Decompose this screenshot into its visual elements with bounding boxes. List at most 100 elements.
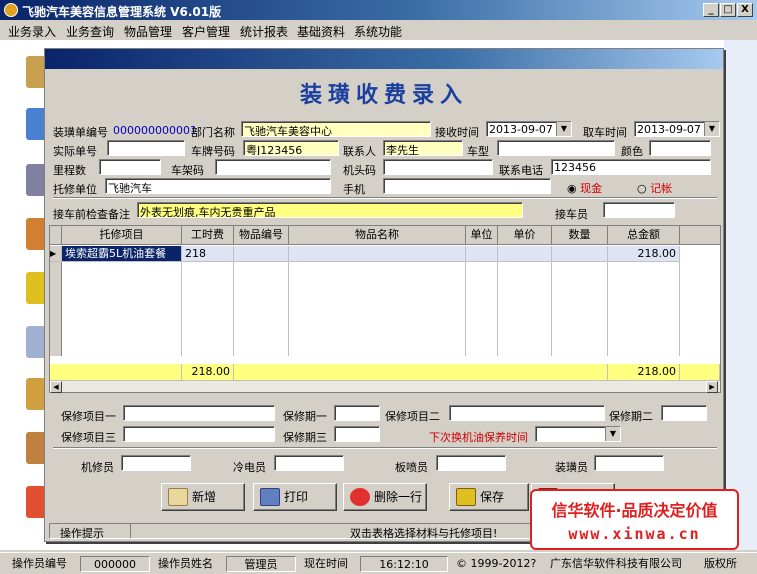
engine-field[interactable] [383, 159, 493, 175]
items-grid[interactable]: 托修项目 工时费 物品编号 物品名称 单位 单价 数量 总金额 ▶ 埃索超霸5L… [49, 225, 721, 393]
grid-header-labor[interactable]: 工时费 [182, 226, 234, 245]
lock-icon[interactable] [26, 272, 46, 304]
grid-header-unit[interactable]: 单位 [466, 226, 498, 245]
delete-row-button[interactable]: 删除一行 [343, 483, 427, 511]
exit-app-icon[interactable] [26, 486, 46, 518]
model-label: 车型 [467, 145, 489, 158]
menu-base-data[interactable]: 基础资料 [297, 23, 345, 40]
grid-cell-unit[interactable] [466, 246, 498, 262]
scroll-right-icon[interactable]: ▶ [706, 381, 718, 393]
pay-credit-radio[interactable]: ○ 记帐 [637, 180, 672, 196]
pay-credit-label: 记帐 [650, 182, 673, 195]
plate-field[interactable]: 粤J123456 [243, 140, 339, 156]
grid-cell-item[interactable]: 埃索超霸5L机油套餐 [62, 246, 182, 262]
save-button[interactable]: 保存 [449, 483, 529, 511]
oil-change-label: 下次换机油保养时间 [429, 431, 528, 444]
coin-icon[interactable] [26, 378, 46, 410]
check-label: 接车前检查备注 [53, 208, 130, 221]
phone-field[interactable]: 123456 [551, 159, 711, 175]
pick-time-picker[interactable]: 2013-09-07 [634, 121, 720, 137]
vin-field[interactable] [215, 159, 331, 175]
mileage-field[interactable] [99, 159, 161, 175]
plate-label: 车牌号码 [191, 145, 235, 158]
copyright: © 1999-2012? [456, 557, 537, 570]
receiver-label: 接车员 [555, 208, 588, 221]
horizontal-scrollbar[interactable]: ◀ ▶ [50, 380, 720, 393]
grid-cell-total[interactable]: 218.00 [608, 246, 680, 262]
warranty1-field[interactable] [123, 405, 275, 421]
row-header-column [50, 262, 62, 356]
vin-label: 车架码 [171, 164, 204, 177]
time-value: 16:12:10 [360, 556, 448, 572]
company-name: 广东信华软件科技有限公司 [550, 557, 682, 570]
mobile-field[interactable] [383, 178, 551, 194]
print-button[interactable]: 打印 [253, 483, 337, 511]
warranty3-field[interactable] [123, 426, 275, 442]
op-no-label: 操作员编号 [12, 557, 67, 570]
contact-field[interactable]: 李先生 [383, 140, 463, 156]
menu-business-query[interactable]: 业务查询 [66, 23, 114, 40]
check-field[interactable]: 外表无划痕,车内无贵重产品 [137, 202, 523, 218]
oil-change-select[interactable] [535, 426, 621, 442]
color-field[interactable] [649, 140, 711, 156]
decor-field[interactable] [594, 455, 664, 471]
grid-cell-labor[interactable]: 218 [182, 246, 234, 262]
window-titlebar[interactable]: 飞驰汽车美容信息管理系统 V6.01版 _ □ X [0, 0, 757, 20]
hint-divider [130, 524, 131, 538]
period1-field[interactable] [334, 405, 380, 421]
mechanic-label: 机修员 [81, 461, 114, 474]
disk-icon[interactable] [26, 164, 46, 196]
grid-cell-name[interactable] [289, 246, 466, 262]
grid-header-total[interactable]: 总金额 [608, 226, 680, 245]
tool-icon[interactable] [26, 326, 46, 358]
grid-header-qty[interactable]: 数量 [552, 226, 608, 245]
menu-system[interactable]: 系统功能 [354, 23, 402, 40]
order-no-label: 装璜单编号 [53, 126, 108, 139]
mechanic-field[interactable] [121, 455, 191, 471]
minimize-button[interactable]: _ [703, 3, 719, 17]
globe-icon[interactable] [26, 108, 46, 140]
sheet-field[interactable] [436, 455, 506, 471]
ac-field[interactable] [274, 455, 344, 471]
recv-time-picker[interactable]: 2013-09-07 [486, 121, 572, 137]
scroll-left-icon[interactable]: ◀ [50, 381, 62, 393]
maximize-button[interactable]: □ [720, 3, 736, 17]
period3-label: 保修期三 [283, 431, 327, 444]
wrench-icon[interactable] [26, 432, 46, 464]
totals-amount: 218.00 [608, 364, 680, 380]
grid-header-price[interactable]: 单价 [498, 226, 552, 245]
menu-business-entry[interactable]: 业务录入 [8, 23, 56, 40]
color-label: 颜色 [621, 145, 643, 158]
menu-reports[interactable]: 统计报表 [240, 23, 288, 40]
totals-spacer [234, 364, 608, 380]
unit-field[interactable]: 飞驰汽车 [105, 178, 331, 194]
period3-field[interactable] [334, 426, 380, 442]
dept-field[interactable]: 飞驰汽车美容中心 [241, 121, 431, 137]
car-icon[interactable] [26, 56, 46, 88]
period2-field[interactable] [661, 405, 707, 421]
grid-header-item[interactable]: 托修项目 [62, 226, 182, 245]
dialog-titlebar[interactable] [45, 49, 723, 69]
actual-no-field[interactable] [107, 140, 185, 156]
grid-cell-code[interactable] [234, 246, 289, 262]
warranty2-field[interactable] [449, 405, 605, 421]
receiver-field[interactable] [603, 202, 675, 218]
box-icon[interactable] [26, 218, 46, 250]
printer-icon [260, 488, 280, 506]
add-button[interactable]: 新增 [161, 483, 245, 511]
phone-label: 联系电话 [499, 164, 543, 177]
grid-header-code[interactable]: 物品编号 [234, 226, 289, 245]
model-field[interactable] [497, 140, 615, 156]
menu-goods[interactable]: 物品管理 [124, 23, 172, 40]
op-name-value: 管理员 [226, 556, 296, 572]
grid-cell-price[interactable] [498, 246, 552, 262]
grid-column [552, 262, 608, 356]
close-button[interactable]: X [737, 3, 753, 17]
row-indicator-icon: ▶ [50, 246, 62, 262]
app-icon [4, 3, 18, 17]
rights: 版权所 [704, 557, 737, 570]
menu-customers[interactable]: 客户管理 [182, 23, 230, 40]
pay-cash-radio[interactable]: ◉ 现金 [567, 180, 602, 196]
grid-cell-qty[interactable] [552, 246, 608, 262]
grid-header-name[interactable]: 物品名称 [289, 226, 466, 245]
